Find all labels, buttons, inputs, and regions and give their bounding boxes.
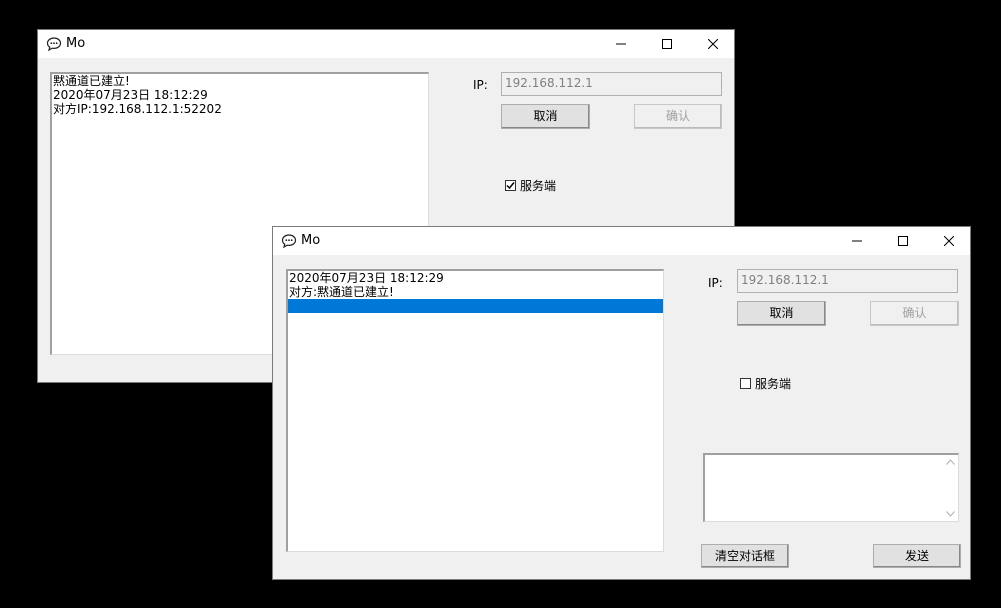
send-button[interactable]: 发送 [873, 544, 961, 568]
chat-log-list[interactable]: 2020年07月23日 18:12:29 对方:黙通道已建立! [286, 269, 664, 552]
confirm-button[interactable]: 确认 [870, 301, 959, 326]
message-scrollbar[interactable] [943, 456, 957, 520]
list-item[interactable]: 对方:黙通道已建立! [288, 285, 663, 299]
server-checkbox-label: 服务端 [520, 179, 557, 193]
minimize-button[interactable] [598, 30, 644, 58]
minimize-icon [852, 240, 862, 242]
ip-input[interactable]: 192.168.112.1 [501, 72, 722, 96]
chat-bubble-icon [281, 233, 297, 249]
ip-label: IP: [708, 276, 723, 290]
minimize-button[interactable] [834, 227, 880, 255]
chat-bubble-icon [46, 36, 62, 52]
maximize-icon [898, 236, 908, 246]
window-title: Mo [66, 36, 86, 51]
ip-input[interactable]: 192.168.112.1 [737, 269, 958, 293]
cancel-button[interactable]: 取消 [501, 104, 590, 129]
clear-chat-button[interactable]: 清空对话框 [701, 544, 789, 568]
maximize-button[interactable] [880, 227, 926, 255]
list-item[interactable]: 2020年07月23日 18:12:29 [52, 88, 428, 102]
maximize-button[interactable] [644, 30, 690, 58]
maximize-icon [662, 39, 672, 49]
list-item[interactable]: 对方IP:192.168.112.1:52202 [52, 102, 428, 116]
server-checkbox[interactable] [505, 180, 516, 191]
title-bar[interactable]: Mo [273, 227, 970, 255]
list-item[interactable]: 黙通道已建立! [52, 74, 428, 88]
server-checkbox-row[interactable]: 服务端 [505, 177, 556, 194]
list-item[interactable]: 2020年07月23日 18:12:29 [288, 271, 663, 285]
minimize-icon [616, 43, 626, 45]
close-button[interactable] [926, 227, 972, 255]
check-icon [506, 182, 515, 190]
window-title: Mo [301, 233, 321, 248]
scroll-up-icon [945, 459, 955, 465]
confirm-button[interactable]: 确认 [634, 104, 722, 129]
scroll-down-icon [945, 511, 955, 517]
close-icon [708, 39, 718, 49]
close-icon [944, 236, 954, 246]
window-mo-client[interactable]: Mo 2020年07月23日 18:12:29 对方:黙通道已建立! IP: 1… [272, 226, 971, 580]
message-input[interactable] [703, 453, 959, 522]
list-item-selected[interactable] [288, 299, 663, 313]
server-checkbox-label: 服务端 [755, 377, 792, 391]
ip-label: IP: [473, 78, 488, 92]
cancel-button[interactable]: 取消 [737, 301, 826, 326]
server-checkbox[interactable] [740, 378, 751, 389]
server-checkbox-row[interactable]: 服务端 [740, 375, 791, 392]
close-button[interactable] [690, 30, 736, 58]
title-bar[interactable]: Mo [38, 30, 734, 58]
